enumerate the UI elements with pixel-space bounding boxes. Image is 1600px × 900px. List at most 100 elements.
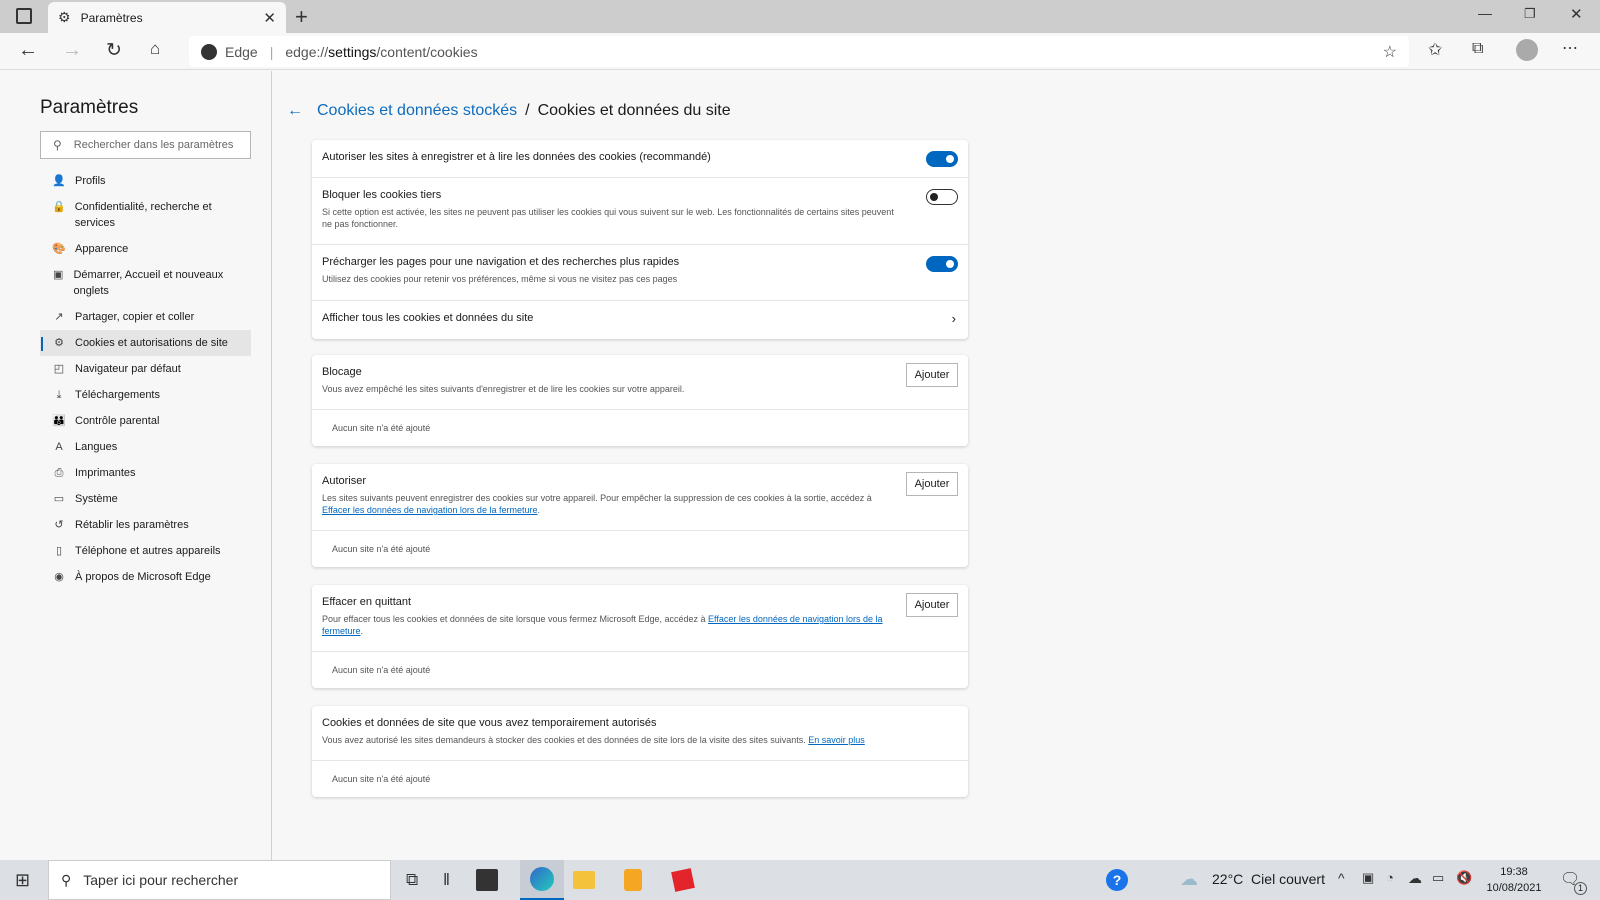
sidebar-item[interactable]: ▭ Système [40, 486, 251, 512]
sidebar-title: Paramètres [40, 97, 139, 118]
see-all-cookies-link[interactable]: Afficher tous les cookies et données du … [312, 301, 968, 339]
setting-title: Autoriser les sites à enregistrer et à l… [322, 151, 711, 163]
sidebar-item-label: Téléchargements [75, 389, 160, 401]
allow-desc: Les sites suivants peuvent enregistrer d… [322, 493, 872, 515]
wifi-icon[interactable]: ◔ [1386, 870, 1394, 885]
empty-list-text: Aucun site n'a été ajouté [332, 774, 431, 784]
breadcrumb-parent-link[interactable]: Cookies et données stockés [317, 102, 517, 120]
setting-title: Précharger les pages pour une navigation… [322, 256, 680, 268]
block-desc: Vous avez empêché les sites suivants d'e… [322, 384, 685, 394]
sidebar-item-icon: 🎨 [52, 243, 66, 255]
sidebar-item[interactable]: 🔒 Confidentialité, recherche et services [40, 194, 251, 236]
preload-toggle[interactable] [926, 256, 958, 272]
gear-icon: ⚙ [58, 9, 71, 25]
allow-cookies-toggle[interactable] [926, 151, 958, 167]
more-icon[interactable]: ⋯ [1562, 38, 1578, 58]
search-placeholder: Rechercher dans les paramètres [73, 139, 234, 151]
sidebar-item-icon: ⎙ [54, 467, 64, 479]
minimize-icon[interactable]: — [1478, 5, 1492, 21]
learn-more-link[interactable]: En savoir plus [808, 735, 865, 745]
forward-icon: → [62, 39, 82, 61]
sidebar-item-icon: 🔒 [52, 201, 66, 213]
clear-title: Effacer en quittant [322, 596, 412, 608]
red-app-icon[interactable] [671, 868, 695, 892]
settings-search-input[interactable]: ⚲ Rechercher dans les paramètres [40, 131, 251, 159]
url-path: /content/cookies [376, 43, 478, 60]
sidebar-item-label: Apparence [75, 243, 129, 255]
taskbar-search-placeholder: Taper ici pour rechercher [83, 872, 239, 888]
sidebar-item[interactable]: ↗ Partager, copier et coller [40, 304, 251, 330]
sidebar-item-label: Imprimantes [75, 467, 136, 479]
taskbar-search-input[interactable]: ⚲ Taper ici pour rechercher [48, 860, 391, 900]
clock[interactable]: 19:38 10/08/2021 [1478, 864, 1550, 896]
temp-desc-text: Vous avez autorisé les sites demandeurs … [322, 735, 809, 745]
store-icon[interactable] [476, 869, 498, 891]
sidebar-item[interactable]: A Langues [40, 434, 251, 460]
close-window-icon[interactable]: ✕ [1570, 5, 1583, 23]
close-tab-icon[interactable]: ✕ [263, 9, 276, 27]
sidebar-item[interactable]: ▯ Téléphone et autres appareils [40, 538, 251, 564]
sidebar-item[interactable]: ▣ Démarrer, Accueil et nouveaux onglets [40, 262, 251, 304]
allow-desc-text: Les sites suivants peuvent enregistrer d… [322, 493, 872, 503]
sidebar-item-label: Langues [75, 441, 118, 453]
notification-count: 1 [1574, 882, 1587, 895]
onedrive-error-icon[interactable]: ☁ [1408, 870, 1422, 887]
clear-on-close-link[interactable]: Effacer les données de navigation lors d… [322, 505, 537, 515]
tab-title: Paramètres [80, 10, 143, 25]
profile-avatar[interactable] [1516, 39, 1538, 61]
sidebar-item-icon: ◰ [53, 363, 65, 375]
meet-now-icon[interactable]: ▣ [1362, 870, 1374, 886]
url-prefix: edge:// [285, 43, 329, 60]
block-list-card: Blocage Vous avez empêché les sites suiv… [312, 355, 968, 446]
volume-muted-icon[interactable]: 🔇 [1456, 870, 1472, 886]
sidebar-item-icon: ▯ [55, 545, 63, 557]
breadcrumb-separator: / [525, 102, 530, 119]
file-explorer-icon[interactable] [573, 871, 595, 889]
sidebar-item-label: Rétablir les paramètres [75, 519, 189, 531]
sidebar-item[interactable]: 🎨 Apparence [40, 236, 251, 262]
battery-icon[interactable]: ▭ [1432, 870, 1444, 886]
add-block-button[interactable]: Ajouter [906, 363, 958, 387]
allow-header: Autoriser Les sites suivants peuvent enr… [312, 464, 968, 531]
tab-actions-icon[interactable] [16, 8, 32, 24]
notes-app-icon[interactable] [624, 869, 642, 891]
collections-icon[interactable]: ⧉ [1472, 40, 1483, 58]
add-favorite-icon[interactable]: ☆ [1383, 42, 1397, 62]
address-bar[interactable]: Edge | edge://settings/content/cookies ☆ [189, 36, 1409, 67]
sidebar-item[interactable]: ↺ Rétablir les paramètres [40, 512, 251, 538]
windows-start-icon[interactable]: ⊞ [15, 870, 30, 891]
tab-bar: ⚙ Paramètres ✕ + — ❐ ✕ [0, 0, 1600, 33]
setting-title: Bloquer les cookies tiers [322, 189, 442, 201]
sidebar-item[interactable]: ⤓ Téléchargements [40, 382, 251, 408]
setting-block-third-party: Bloquer les cookies tiers Si cette optio… [312, 178, 968, 245]
sidebar-item-label: Contrôle parental [75, 415, 160, 427]
weather-cloud-icon: ☁ [1180, 869, 1198, 889]
home-icon[interactable]: ⌂ [150, 39, 160, 59]
back-icon[interactable]: ← [18, 39, 38, 62]
sidebar-item[interactable]: ⚙ Cookies et autorisations de site [40, 330, 251, 356]
sidebar-item[interactable]: 👪 Contrôle parental [40, 408, 251, 434]
edge-taskbar-icon[interactable] [520, 860, 564, 900]
setting-desc: Si cette option est activée, les sites n… [322, 207, 894, 229]
restore-icon[interactable]: ❐ [1524, 6, 1536, 22]
sidebar-item[interactable]: ◰ Navigateur par défaut [40, 356, 251, 382]
refresh-icon[interactable]: ↻ [106, 39, 122, 62]
temp-allowed-card: Cookies et données de site que vous avez… [312, 706, 968, 797]
task-view-icon[interactable]: ⧉ [406, 870, 418, 890]
block-third-party-toggle[interactable] [926, 189, 958, 205]
add-clear-button[interactable]: Ajouter [906, 593, 958, 617]
search-icon: ⚲ [53, 138, 62, 152]
sidebar-item[interactable]: 👤 Profils [40, 168, 251, 194]
sidebar-item[interactable]: ⎙ Imprimantes [40, 460, 251, 486]
new-tab-icon[interactable]: + [295, 4, 308, 30]
back-arrow-icon[interactable]: ← [287, 102, 303, 120]
weather-text[interactable]: 22°C Ciel couvert [1212, 871, 1325, 887]
widgets-icon[interactable]: ‖ [443, 870, 450, 890]
help-icon[interactable]: ? [1106, 869, 1128, 891]
taskbar: ⊞ ⚲ Taper ici pour rechercher ⧉ ‖ ? ☁ 22… [0, 860, 1600, 900]
add-allow-button[interactable]: Ajouter [906, 472, 958, 496]
favorites-icon[interactable]: ✩ [1428, 40, 1442, 60]
sidebar-item[interactable]: ◉ À propos de Microsoft Edge [40, 564, 251, 590]
chevron-up-icon[interactable]: ^ [1338, 870, 1345, 886]
tab-settings[interactable]: ⚙ Paramètres ✕ [48, 2, 286, 33]
